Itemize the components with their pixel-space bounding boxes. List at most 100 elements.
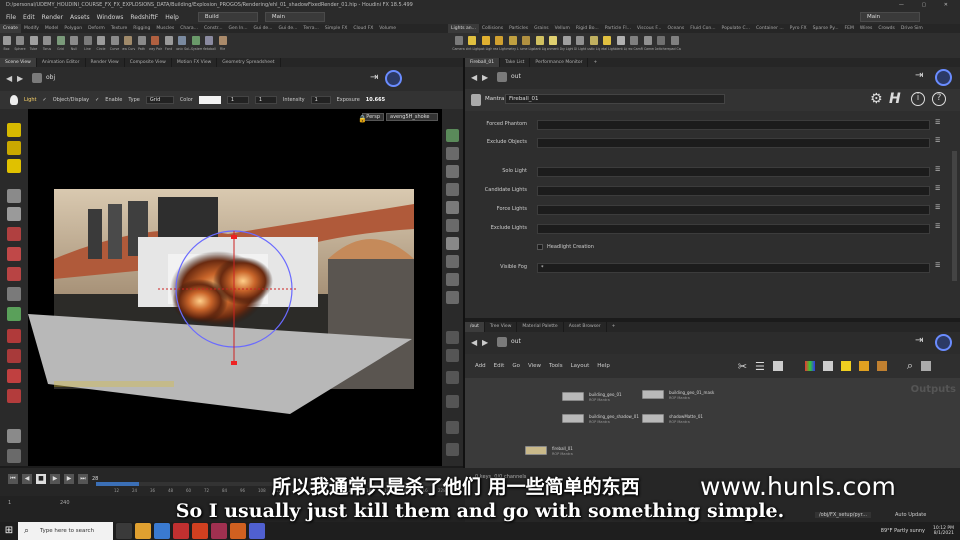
- grid-view-icon[interactable]: [822, 361, 833, 371]
- shelf-tab[interactable]: Terra...: [300, 24, 321, 33]
- param-field[interactable]: [537, 167, 930, 177]
- forward-arrow-icon[interactable]: ▶: [482, 338, 488, 347]
- display-options-icon[interactable]: [446, 129, 459, 142]
- brush-tool-icon[interactable]: [7, 329, 21, 343]
- headlight-checkbox[interactable]: [537, 244, 543, 250]
- type-select[interactable]: Grid: [145, 96, 174, 104]
- clock[interactable]: 10:12 PM 8/1/2021: [933, 526, 954, 536]
- tab-material-palette[interactable]: Material Palette: [517, 322, 564, 332]
- timeline-track[interactable]: [96, 482, 456, 486]
- link-circle-icon[interactable]: [935, 334, 952, 351]
- app-red-icon[interactable]: [173, 523, 189, 539]
- note-icon[interactable]: [772, 361, 783, 371]
- param-field[interactable]: [537, 120, 930, 130]
- shelf-tab[interactable]: Particles: [506, 24, 531, 33]
- gear-icon[interactable]: ⚙: [870, 91, 883, 107]
- app-pink-icon[interactable]: [211, 523, 227, 539]
- shelf-tool[interactable]: Font: [162, 33, 175, 58]
- info-icon[interactable]: i: [911, 92, 925, 106]
- forward-arrow-icon[interactable]: ▶: [17, 74, 23, 83]
- shelf-tab[interactable]: Create: [0, 24, 21, 33]
- intensity-field[interactable]: 1: [310, 96, 331, 104]
- network-box-icon[interactable]: [858, 361, 869, 371]
- tab-take-list[interactable]: Take List: [500, 58, 531, 67]
- help-icon[interactable]: ?: [932, 92, 946, 106]
- magnet-alt-icon[interactable]: [7, 369, 21, 383]
- weather-status[interactable]: 89°F Partly sunny: [881, 528, 925, 534]
- back-arrow-icon[interactable]: ◀: [471, 338, 477, 347]
- context-select[interactable]: Main: [264, 12, 325, 22]
- shelf-tab[interactable]: FEM: [842, 24, 857, 33]
- param-field[interactable]: *: [537, 263, 930, 273]
- desktop-select[interactable]: Build: [197, 12, 258, 22]
- color-g-field[interactable]: 1: [254, 96, 277, 104]
- parameter-path[interactable]: out: [511, 73, 521, 80]
- shelf-tab[interactable]: Drive Sim: [898, 24, 926, 33]
- take-path[interactable]: /obj/FX_setup/pyr...: [815, 512, 871, 518]
- snapshot-icon[interactable]: [446, 291, 459, 304]
- tab-render-view[interactable]: Render View: [86, 58, 125, 67]
- param-menu-icon[interactable]: ☰: [935, 137, 949, 149]
- task-view-icon[interactable]: [116, 523, 132, 539]
- node-shadow-matte[interactable]: shadowMatte_01 ROP Mantra: [642, 414, 703, 424]
- param-field[interactable]: [537, 205, 930, 215]
- range-start[interactable]: 1: [8, 500, 11, 506]
- param-field[interactable]: [537, 186, 930, 196]
- tab-animation-editor[interactable]: Animation Editor: [37, 58, 86, 67]
- enable-toggle[interactable]: Enable: [105, 97, 122, 103]
- shelf-tab[interactable]: Gen In...: [226, 24, 251, 33]
- wireframe-icon[interactable]: [446, 165, 459, 178]
- color-swatch[interactable]: [198, 96, 221, 104]
- magnet-icon[interactable]: [7, 349, 21, 363]
- shelf-tool[interactable]: Caustic Light: [587, 33, 600, 58]
- link-circle-icon[interactable]: [385, 70, 402, 87]
- shelf-tool[interactable]: Ambient Light: [614, 33, 627, 58]
- param-menu-icon[interactable]: ☰: [935, 204, 949, 216]
- step-forward-icon[interactable]: ▶: [64, 474, 74, 484]
- geometry-mode-icon[interactable]: [7, 159, 21, 173]
- shelf-tool[interactable]: Tube: [27, 33, 40, 58]
- play-icon[interactable]: ▶: [50, 474, 60, 484]
- add-tab-icon[interactable]: +: [588, 58, 602, 67]
- houdini-icon[interactable]: [192, 523, 208, 539]
- select-arrow-icon[interactable]: [7, 189, 21, 203]
- shelf-tool[interactable]: Gamepad Camera: [668, 33, 681, 58]
- shelf-tab[interactable]: Vellum: [552, 24, 573, 33]
- shelf-tool[interactable]: Sky Light: [560, 33, 573, 58]
- shelf-tab[interactable]: Rigid Bo...: [573, 24, 602, 33]
- param-menu-icon[interactable]: ☰: [935, 262, 949, 274]
- camera-view-icon[interactable]: [446, 273, 459, 286]
- taskbar-search[interactable]: ⌕ Type here to search: [18, 522, 113, 540]
- node-name-field[interactable]: Fireball_01: [505, 94, 725, 104]
- shelf-tab[interactable]: Collisions: [479, 24, 506, 33]
- shelf-tool[interactable]: Path: [135, 33, 148, 58]
- shelf-tab[interactable]: Volume: [376, 24, 399, 33]
- shelf-tab[interactable]: Viscous F...: [634, 24, 665, 33]
- object-mode-icon[interactable]: [7, 141, 21, 155]
- ghost-icon[interactable]: [446, 147, 459, 160]
- right-desktop-select[interactable]: Main: [860, 12, 920, 22]
- bulb-icon[interactable]: [446, 237, 459, 250]
- node-building-geo-mask[interactable]: building_geo_01_mask ROP Mantra: [642, 390, 714, 400]
- shelf-tool[interactable]: Grid: [54, 33, 67, 58]
- flip-icon[interactable]: [446, 443, 459, 456]
- shelf-tool[interactable]: Box: [0, 33, 13, 58]
- number-12-icon[interactable]: [446, 371, 459, 384]
- hda-icon[interactable]: H: [889, 91, 901, 107]
- check-icon[interactable]: ✓: [95, 97, 99, 103]
- list-icon[interactable]: ☰: [755, 360, 765, 373]
- app-blue-icon[interactable]: [249, 523, 265, 539]
- color-r-field[interactable]: 1: [226, 96, 249, 104]
- param-menu-icon[interactable]: ☰: [935, 166, 949, 178]
- menu-edit[interactable]: Edit: [23, 14, 35, 21]
- shelf-tool[interactable]: Platonic Solids: [176, 33, 189, 58]
- shelf-tab[interactable]: Constr...: [201, 24, 226, 33]
- tab-composite-view[interactable]: Composite View: [125, 58, 172, 67]
- shelf-tab[interactable]: Rigging: [130, 24, 153, 33]
- param-menu-icon[interactable]: ☰: [935, 223, 949, 235]
- shelf-tab[interactable]: Simple FX: [322, 24, 350, 33]
- shelf-tool[interactable]: Distant Light: [533, 33, 546, 58]
- shelf-tool[interactable]: Spray Paint: [149, 33, 162, 58]
- shelf-tool[interactable]: Environment Light: [547, 33, 560, 58]
- param-scrollbar[interactable]: [952, 151, 957, 281]
